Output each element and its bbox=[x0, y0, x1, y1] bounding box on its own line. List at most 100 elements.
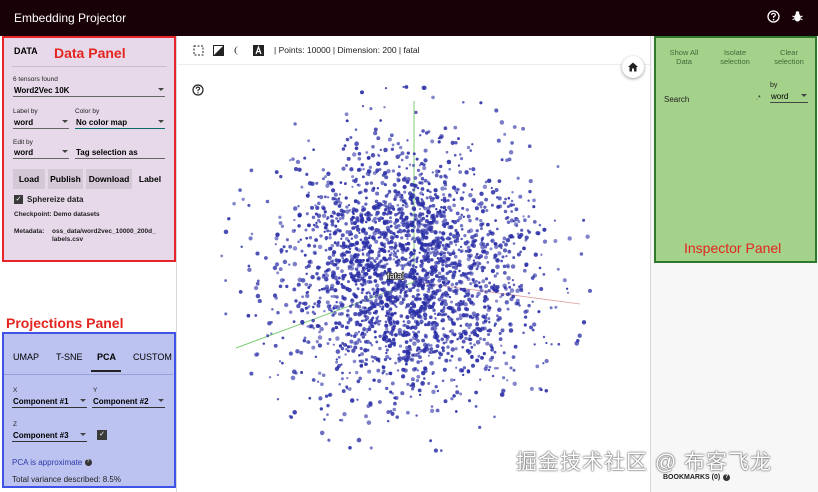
data-tab[interactable]: DATA bbox=[14, 46, 38, 56]
labels-toggle-icon[interactable] bbox=[252, 44, 264, 56]
tab-custom[interactable]: CUSTOM bbox=[133, 352, 172, 362]
embedding-point bbox=[305, 293, 310, 299]
embedding-point bbox=[435, 207, 438, 211]
embedding-point bbox=[402, 184, 407, 190]
embedding-point bbox=[381, 281, 384, 284]
embedding-point bbox=[288, 263, 291, 266]
embedding-point bbox=[582, 218, 586, 222]
embedding-point bbox=[351, 185, 354, 188]
embedding-point bbox=[268, 376, 272, 379]
night-mode-toggle-icon[interactable] bbox=[212, 44, 224, 56]
info-icon[interactable]: ? bbox=[84, 459, 92, 467]
embedding-point bbox=[402, 324, 405, 327]
embedding-point bbox=[442, 196, 447, 201]
embedding-point bbox=[355, 370, 359, 375]
search-by-select[interactable]: word bbox=[770, 90, 808, 103]
embedding-point bbox=[398, 229, 404, 234]
embedding-point bbox=[288, 310, 293, 314]
embedding-point bbox=[348, 371, 351, 375]
embedding-point bbox=[345, 313, 350, 318]
tag-selection-input[interactable]: Tag selection as bbox=[75, 146, 165, 159]
embedding-point bbox=[445, 243, 449, 246]
color-by-select[interactable]: No color map bbox=[75, 116, 165, 129]
app-header: Embedding Projector bbox=[0, 0, 818, 36]
embedding-point bbox=[428, 220, 431, 224]
embedding-point bbox=[328, 233, 332, 236]
embedding-point bbox=[566, 291, 570, 294]
isolate-selection-button[interactable]: Isolate selection bbox=[714, 48, 756, 66]
embedding-point bbox=[490, 355, 495, 360]
sphereize-checkbox[interactable]: ✓ bbox=[14, 195, 23, 204]
tab-umap[interactable]: UMAP bbox=[13, 352, 39, 362]
embedding-point bbox=[354, 283, 358, 286]
select-box-icon[interactable] bbox=[192, 44, 204, 56]
embedding-point bbox=[249, 371, 254, 376]
embedding-point bbox=[281, 361, 284, 365]
embedding-point bbox=[278, 215, 282, 219]
clear-selection-button[interactable]: Clear selection bbox=[768, 48, 810, 66]
show-all-line2: Data bbox=[676, 57, 692, 66]
embedding-point bbox=[361, 248, 364, 252]
publish-button[interactable]: Publish bbox=[48, 169, 83, 189]
search-by-value: word bbox=[771, 91, 789, 101]
z-component-select[interactable]: Component #3 bbox=[12, 429, 87, 442]
embedding-point bbox=[365, 291, 369, 295]
embedding-point bbox=[405, 155, 409, 160]
embedding-point bbox=[503, 209, 508, 214]
embedding-point bbox=[411, 236, 415, 241]
embedding-point bbox=[466, 245, 471, 250]
embedding-point bbox=[361, 104, 365, 108]
embedding-point bbox=[401, 356, 406, 361]
embedding-point bbox=[395, 305, 398, 309]
regex-icon[interactable]: .* bbox=[756, 95, 761, 102]
embedding-point bbox=[400, 236, 404, 240]
embedding-point bbox=[527, 199, 530, 202]
embedding-point bbox=[509, 366, 513, 370]
embedding-point bbox=[424, 235, 429, 240]
tab-pca[interactable]: PCA bbox=[97, 352, 116, 362]
dark-mode-icon[interactable] bbox=[232, 44, 244, 56]
tensor-select[interactable]: Word2Vec 10K bbox=[13, 84, 165, 97]
tab-tsne[interactable]: T-SNE bbox=[56, 352, 83, 362]
embedding-point bbox=[440, 337, 445, 342]
embedding-point bbox=[354, 331, 359, 337]
embedding-scatter-plot[interactable]: fatal bbox=[178, 76, 650, 492]
embedding-point bbox=[345, 119, 349, 123]
embedding-point bbox=[315, 271, 319, 276]
embedding-point bbox=[410, 228, 415, 233]
embedding-point bbox=[479, 101, 483, 105]
load-button[interactable]: Load bbox=[13, 169, 45, 189]
isolate-line1: Isolate bbox=[723, 48, 747, 57]
label-button[interactable]: Label bbox=[135, 169, 165, 189]
embedding-point bbox=[463, 234, 467, 238]
embedding-point bbox=[304, 228, 308, 232]
edit-by-select[interactable]: word bbox=[13, 146, 69, 159]
embedding-point bbox=[371, 264, 376, 270]
bug-report-icon[interactable] bbox=[790, 9, 804, 23]
embedding-point bbox=[405, 179, 410, 184]
reset-view-button[interactable] bbox=[622, 56, 644, 78]
embedding-point bbox=[504, 242, 508, 247]
y-component-select[interactable]: Component #2 bbox=[92, 395, 165, 408]
clear-line1: Clear bbox=[780, 48, 798, 57]
help-icon[interactable] bbox=[766, 9, 780, 23]
label-by-select[interactable]: word bbox=[13, 116, 69, 129]
embedding-point bbox=[362, 278, 366, 283]
z-enable-checkbox[interactable]: ✓ bbox=[97, 430, 107, 440]
embedding-point bbox=[441, 210, 446, 215]
embedding-point bbox=[369, 280, 373, 284]
embedding-point bbox=[374, 260, 377, 264]
show-all-data-button[interactable]: Show All Data bbox=[666, 48, 702, 66]
embedding-point bbox=[385, 351, 388, 355]
embedding-point bbox=[444, 175, 449, 180]
embedding-point bbox=[414, 281, 419, 285]
x-component-select[interactable]: Component #1 bbox=[12, 395, 87, 408]
embedding-point bbox=[432, 218, 436, 223]
download-button[interactable]: Download bbox=[86, 169, 132, 189]
embedding-point bbox=[437, 271, 442, 276]
search-input[interactable] bbox=[696, 93, 762, 105]
embedding-point bbox=[317, 371, 322, 376]
embedding-point bbox=[265, 199, 270, 204]
embedding-point bbox=[442, 193, 446, 197]
embedding-point bbox=[521, 126, 526, 131]
